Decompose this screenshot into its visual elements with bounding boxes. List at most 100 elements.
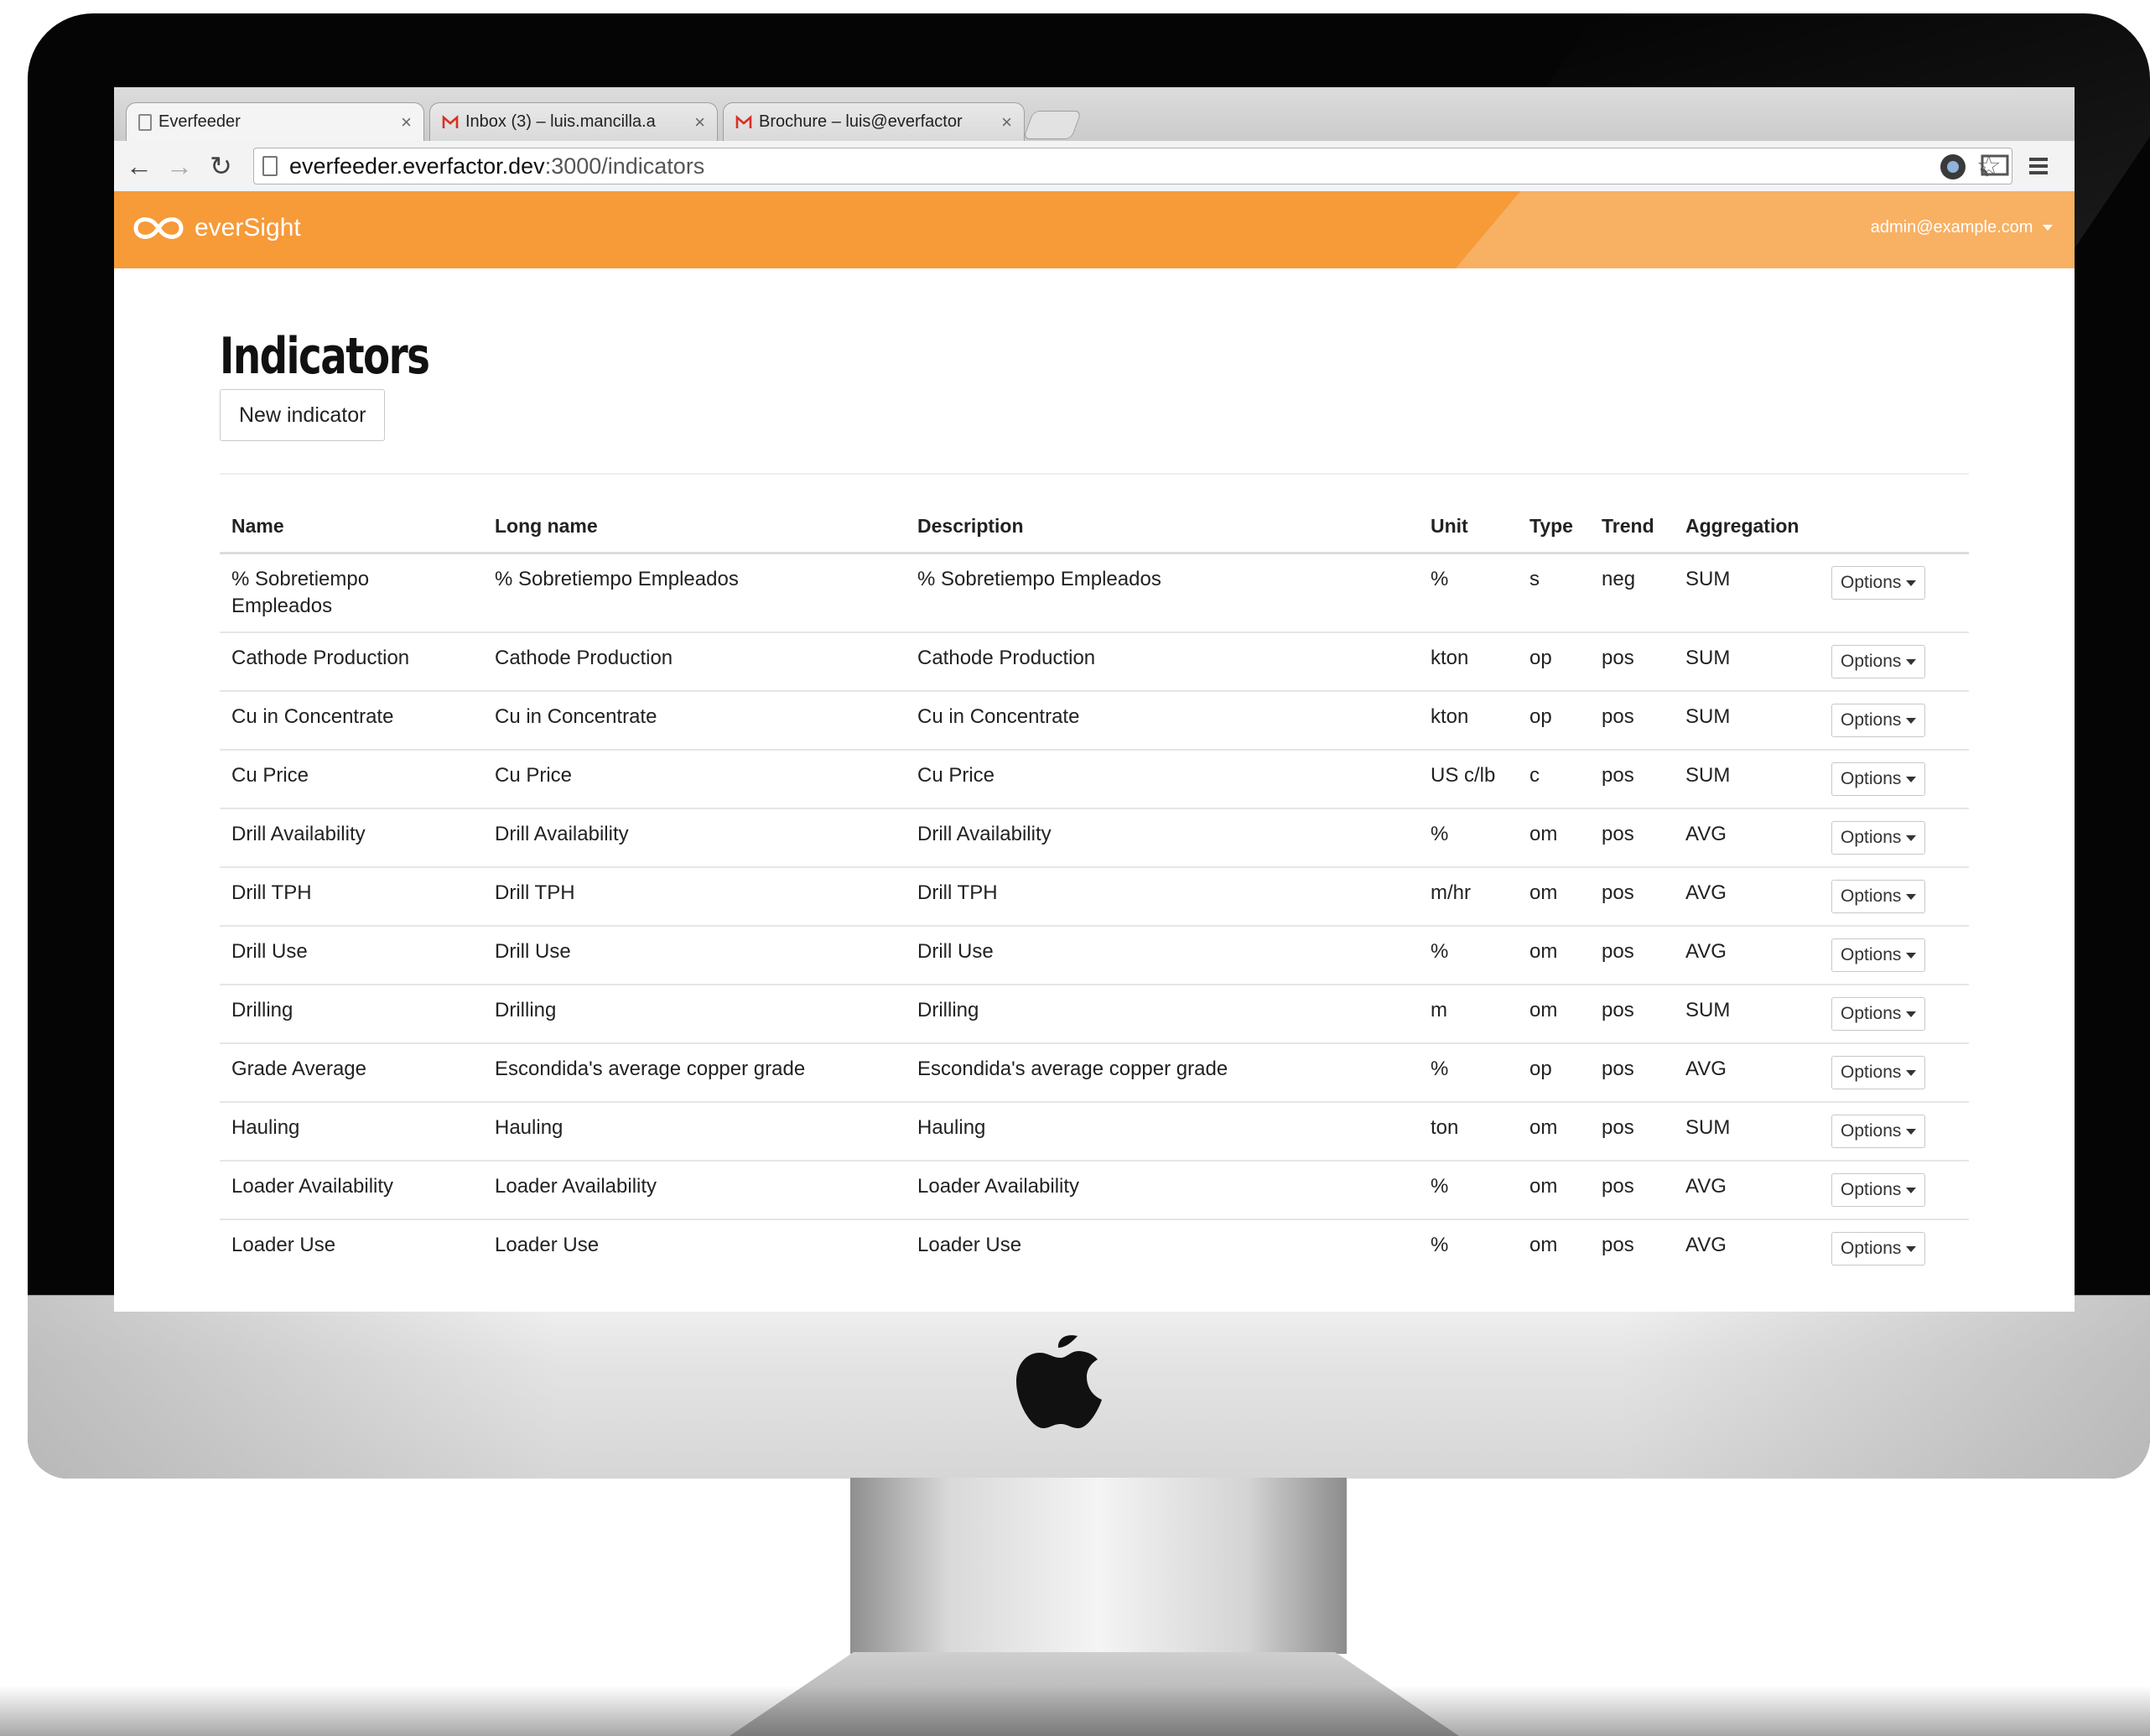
caret-down-icon (1906, 580, 1917, 586)
column-header-long-name[interactable]: Long name (483, 500, 906, 554)
tab-label: Brochure – luis@everfactor (759, 112, 963, 131)
main-content: Indicators New indicator Name Long name … (220, 268, 1969, 1277)
options-label: Options (1841, 945, 1902, 964)
close-icon[interactable]: × (1001, 112, 1012, 133)
table-row: Drill Availability Drill Availability Dril… (220, 808, 1969, 867)
cell-actions: Options (1820, 1219, 1969, 1277)
cell-long-name: Drilling (483, 984, 906, 1043)
cell-trend: pos (1590, 984, 1674, 1043)
tab-label: Inbox (3) – luis.mancilla.a (465, 112, 656, 131)
cell-description: Loader Availability (906, 1160, 1419, 1219)
tab-brochure[interactable]: Brochure – luis@everfactor × (723, 102, 1025, 141)
browser-tab-strip: Everfeeder × Inbox (3) – luis.mancilla.a… (114, 87, 2075, 141)
cell-long-name: Hauling (483, 1101, 906, 1161)
options-button[interactable]: Options (1831, 938, 1926, 972)
options-label: Options (1841, 1121, 1902, 1141)
options-label: Options (1841, 710, 1902, 730)
cell-description: Loader Use (906, 1219, 1419, 1277)
options-button[interactable]: Options (1831, 566, 1926, 600)
new-indicator-button[interactable]: New indicator (220, 389, 386, 441)
cell-name: Drill Availability (220, 808, 483, 867)
brand-name: everSight (195, 214, 301, 242)
cell-type: op (1518, 632, 1590, 691)
address-bar[interactable]: everfeeder.everfactor.dev:3000/indicator… (253, 148, 2012, 185)
reload-icon[interactable]: ↻ (210, 151, 232, 181)
options-button[interactable]: Options (1831, 1232, 1926, 1266)
cell-unit: m/hr (1419, 866, 1518, 926)
close-icon[interactable]: × (694, 112, 705, 133)
url-path: :3000/indicators (544, 153, 705, 179)
cell-trend: pos (1590, 1042, 1674, 1102)
options-button[interactable]: Options (1831, 762, 1926, 796)
options-label: Options (1841, 1180, 1902, 1199)
cell-description: Drill Use (906, 925, 1419, 985)
new-tab-button[interactable] (1022, 111, 1083, 139)
column-header-trend[interactable]: Trend (1590, 500, 1674, 554)
cell-type: om (1518, 1101, 1590, 1161)
caret-down-icon (1906, 1069, 1917, 1076)
extension-icon[interactable] (1939, 153, 1967, 181)
options-button[interactable]: Options (1831, 1056, 1926, 1089)
options-button[interactable]: Options (1831, 1115, 1926, 1148)
options-button[interactable]: Options (1831, 645, 1926, 678)
cell-aggregation: AVG (1674, 1219, 1820, 1277)
options-label: Options (1841, 828, 1902, 847)
indicators-table: Name Long name Description Unit Type Tre… (220, 500, 1969, 1277)
cell-actions: Options (1820, 1101, 1969, 1161)
column-header-type[interactable]: Type (1518, 500, 1590, 554)
cell-unit: % (1419, 808, 1518, 867)
options-label: Options (1841, 769, 1902, 788)
options-button[interactable]: Options (1831, 880, 1926, 913)
cell-type: om (1518, 925, 1590, 985)
table-row: % Sobretiempo Empleados % Sobretiempo Emp… (220, 554, 1969, 633)
cell-aggregation: SUM (1674, 984, 1820, 1043)
table-row: Cu Price Cu Price Cu Price US c/lb c pos SUM Op… (220, 749, 1969, 808)
divider (220, 473, 1969, 475)
cell-name: Loader Availability (220, 1160, 483, 1219)
brand-logo[interactable]: everSight (131, 211, 301, 245)
column-header-description[interactable]: Description (906, 500, 1419, 554)
tab-inbox[interactable]: Inbox (3) – luis.mancilla.a × (429, 102, 718, 141)
options-label: Options (1841, 1239, 1902, 1258)
cell-long-name: Loader Use (483, 1219, 906, 1277)
column-header-aggregation[interactable]: Aggregation (1674, 500, 1820, 554)
cell-type: op (1518, 690, 1590, 750)
app-navbar: everSight admin@example.com (114, 191, 2075, 268)
cell-unit: kton (1419, 690, 1518, 750)
table-header-row: Name Long name Description Unit Type Tre… (220, 500, 1969, 554)
forward-arrow-icon[interactable]: → (166, 151, 193, 181)
cell-trend: pos (1590, 866, 1674, 926)
options-label: Options (1841, 886, 1902, 906)
cell-actions: Options (1820, 749, 1969, 808)
page-title: Indicators (220, 327, 430, 386)
column-header-name[interactable]: Name (220, 500, 483, 554)
table-row: Drill TPH Drill TPH Drill TPH m/hr om pos AVG O… (220, 866, 1969, 926)
cell-long-name: Drill TPH (483, 866, 906, 926)
cast-icon[interactable] (1979, 153, 2011, 179)
page-icon (138, 113, 152, 131)
cell-unit: ton (1419, 1101, 1518, 1161)
url-host: everfeeder.everfactor.dev (289, 153, 545, 179)
menu-icon[interactable] (2026, 153, 2051, 179)
options-button[interactable]: Options (1831, 821, 1926, 855)
cell-actions: Options (1820, 554, 1969, 633)
user-menu[interactable]: admin@example.com (1871, 218, 2053, 237)
back-arrow-icon[interactable]: ← (126, 151, 153, 181)
cell-aggregation: AVG (1674, 1042, 1820, 1102)
cell-long-name: Cu in Concentrate (483, 690, 906, 750)
cell-trend: pos (1590, 749, 1674, 808)
cell-aggregation: AVG (1674, 925, 1820, 985)
cell-trend: pos (1590, 1101, 1674, 1161)
options-button[interactable]: Options (1831, 997, 1926, 1031)
cell-type: om (1518, 1160, 1590, 1219)
cell-aggregation: AVG (1674, 866, 1820, 926)
cell-actions: Options (1820, 1160, 1969, 1219)
cell-unit: US c/lb (1419, 749, 1518, 808)
cell-description: Cu Price (906, 749, 1419, 808)
options-button[interactable]: Options (1831, 1173, 1926, 1207)
options-button[interactable]: Options (1831, 704, 1926, 737)
column-header-unit[interactable]: Unit (1419, 500, 1518, 554)
close-icon[interactable]: × (401, 112, 412, 133)
tab-everfeeder[interactable]: Everfeeder × (126, 102, 424, 141)
cell-actions: Options (1820, 632, 1969, 691)
